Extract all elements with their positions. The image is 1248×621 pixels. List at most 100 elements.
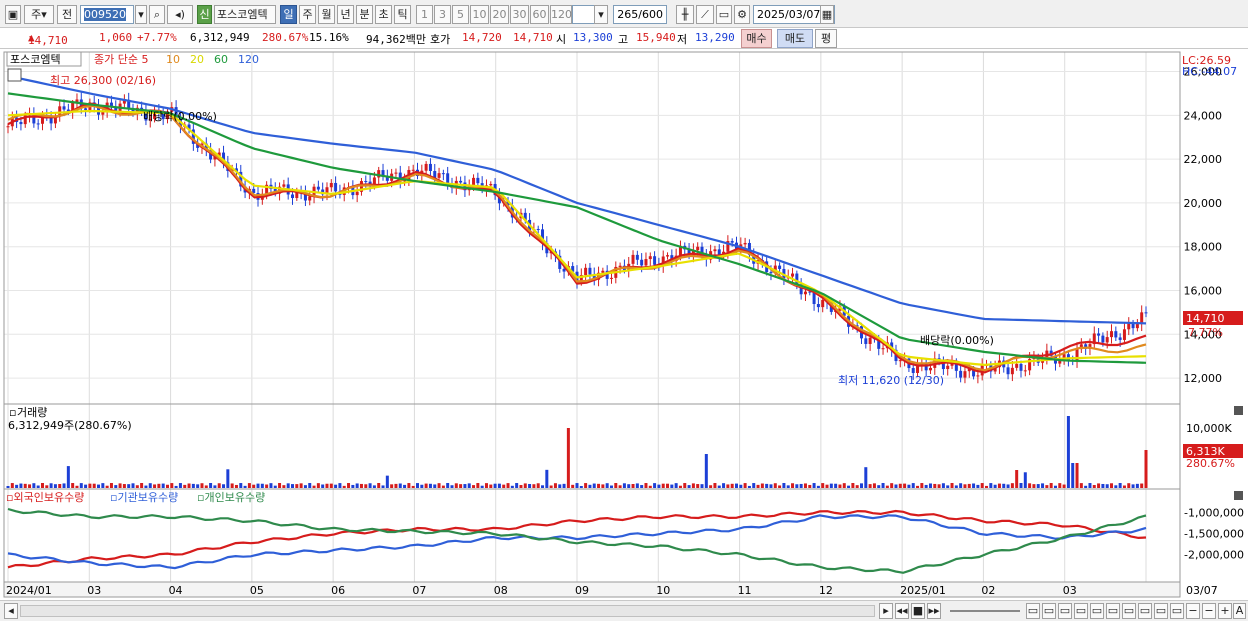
ask-price: 14,720: [462, 31, 502, 44]
zoom-in-icon[interactable]: +: [1218, 603, 1232, 619]
volume-bar: [1135, 483, 1139, 488]
legend-individual[interactable]: ▫개인보유수량: [197, 491, 265, 504]
minute-tab[interactable]: 5: [452, 5, 469, 24]
open-label: 시: [556, 33, 567, 46]
line-icon[interactable]: ⟋: [696, 5, 714, 24]
minute-tab[interactable]: 60: [530, 5, 549, 24]
new-badge: 신: [197, 5, 212, 24]
stock-code-input[interactable]: 009520: [80, 5, 134, 24]
volume-bar: [506, 483, 510, 488]
volume-bar: [291, 484, 294, 488]
volume-bar: [584, 483, 588, 488]
scroll-right-icon[interactable]: ▸: [879, 603, 893, 619]
volume-bar: [985, 485, 989, 488]
calendar-icon[interactable]: ▦: [820, 5, 834, 24]
period-tab[interactable]: 월: [318, 5, 335, 24]
candle-body: [881, 348, 885, 350]
forward-icon[interactable]: ▸▸: [927, 603, 941, 619]
candle-body: [640, 259, 644, 266]
code-type-select[interactable]: 주▾: [24, 5, 54, 24]
period-tab[interactable]: 틱: [394, 5, 411, 24]
price-tick-label: 12,000: [1184, 372, 1223, 385]
volume-close-icon[interactable]: [1234, 406, 1243, 415]
count-field[interactable]: 265/600: [613, 5, 667, 24]
gear-icon[interactable]: ⚙: [734, 5, 750, 24]
candle-body: [588, 267, 592, 275]
stock-chart[interactable]: 26,00024,00022,00020,00018,00016,00014,0…: [0, 50, 1248, 600]
scroll-track[interactable]: [20, 605, 875, 617]
period-tab[interactable]: 주: [299, 5, 316, 24]
buy-button[interactable]: 매수: [741, 29, 772, 48]
volume-bar: [967, 483, 971, 488]
candle-body: [1101, 335, 1105, 343]
search-icon[interactable]: ⌕: [149, 5, 165, 24]
speaker-icon[interactable]: ◂): [167, 5, 193, 24]
minute-tab[interactable]: 3: [434, 5, 451, 24]
sell-button[interactable]: 매도: [777, 29, 813, 48]
save-icon[interactable]: ▭: [716, 5, 732, 24]
period-tab[interactable]: 년: [337, 5, 354, 24]
minute-tab[interactable]: 10: [470, 5, 489, 24]
font-size-icon[interactable]: A: [1233, 603, 1246, 619]
zoom-slider[interactable]: [950, 610, 1020, 612]
candle-body: [1015, 363, 1019, 368]
zoom-out-icon[interactable]: −: [1186, 603, 1200, 619]
tool-icon[interactable]: ▭: [1090, 603, 1104, 619]
tool-icon[interactable]: ▭: [1026, 603, 1040, 619]
scroll-bar[interactable]: ◂ ▸ ◂◂ ■ ▸▸ ▭ ▭ ▭ ▭ ▭ ▭ ▭ ▭ ▭ ▭ − − + A: [0, 600, 1248, 621]
candle-body: [441, 173, 445, 175]
volume-bar: [450, 485, 454, 488]
tool-icon[interactable]: ▭: [1138, 603, 1152, 619]
volume-bar: [747, 485, 751, 488]
legend-main[interactable]: 종가 단순 5: [94, 53, 148, 66]
period-tab[interactable]: 일: [280, 5, 297, 24]
volume-bar: [1127, 483, 1131, 488]
tool-icon[interactable]: ▭: [1074, 603, 1088, 619]
candle-body: [911, 368, 915, 373]
volume-bar: [1075, 463, 1079, 488]
x-tick-label: 03/07: [1186, 584, 1218, 597]
volume-bar: [894, 484, 898, 488]
period-tab[interactable]: 분: [356, 5, 373, 24]
stop-icon[interactable]: ■: [911, 603, 925, 619]
period-tab[interactable]: 초: [375, 5, 392, 24]
eval-button[interactable]: 평: [815, 29, 837, 48]
minute-tab[interactable]: 1: [416, 5, 433, 24]
tool-icon[interactable]: ▭: [1058, 603, 1072, 619]
legend-institution-text: 기관보유수량: [117, 491, 178, 504]
volume-bar: [928, 483, 932, 488]
legend-institution[interactable]: ▫기관보유수량: [110, 491, 178, 504]
tool-icon[interactable]: ▭: [1170, 603, 1184, 619]
tool-icon[interactable]: ▭: [1042, 603, 1056, 619]
table-icon[interactable]: [7, 68, 22, 82]
tool-icon[interactable]: ▭: [1106, 603, 1120, 619]
tool-icon[interactable]: ▭: [1154, 603, 1168, 619]
volume-bar: [510, 485, 514, 488]
count-value: 265: [617, 8, 639, 21]
candle-body: [653, 256, 657, 265]
legend-foreign[interactable]: ▫외국인보유수량: [6, 491, 84, 504]
candle-body: [1127, 323, 1131, 330]
chart-layout-icon[interactable]: ▣: [5, 5, 21, 24]
x-tick-label: 05: [250, 584, 264, 597]
candle-icon[interactable]: ╫: [676, 5, 694, 24]
rewind-icon[interactable]: ◂◂: [895, 603, 909, 619]
holdings-close-icon[interactable]: [1234, 491, 1243, 500]
minute-tab[interactable]: 20: [490, 5, 509, 24]
volume-bar: [368, 483, 372, 488]
chevron-down-icon[interactable]: ▾: [135, 5, 147, 24]
candle-body: [489, 183, 493, 186]
scroll-left-icon[interactable]: ◂: [4, 603, 18, 619]
legend-foreign-text: 외국인보유수량: [13, 491, 84, 504]
minute-tab[interactable]: 30: [510, 5, 529, 24]
volume-bar: [644, 483, 648, 488]
tool-icon[interactable]: ▭: [1122, 603, 1136, 619]
volume-bar: [734, 483, 738, 488]
volume-bar: [222, 484, 226, 488]
volume-ratio: 280.67%: [262, 31, 309, 44]
code-scope-button[interactable]: 전: [57, 5, 77, 24]
volume-bar: [1114, 485, 1118, 488]
chevron-down-icon[interactable]: ▾: [594, 5, 608, 24]
minute-tab[interactable]: 120: [550, 5, 572, 24]
minus-icon[interactable]: −: [1202, 603, 1216, 619]
